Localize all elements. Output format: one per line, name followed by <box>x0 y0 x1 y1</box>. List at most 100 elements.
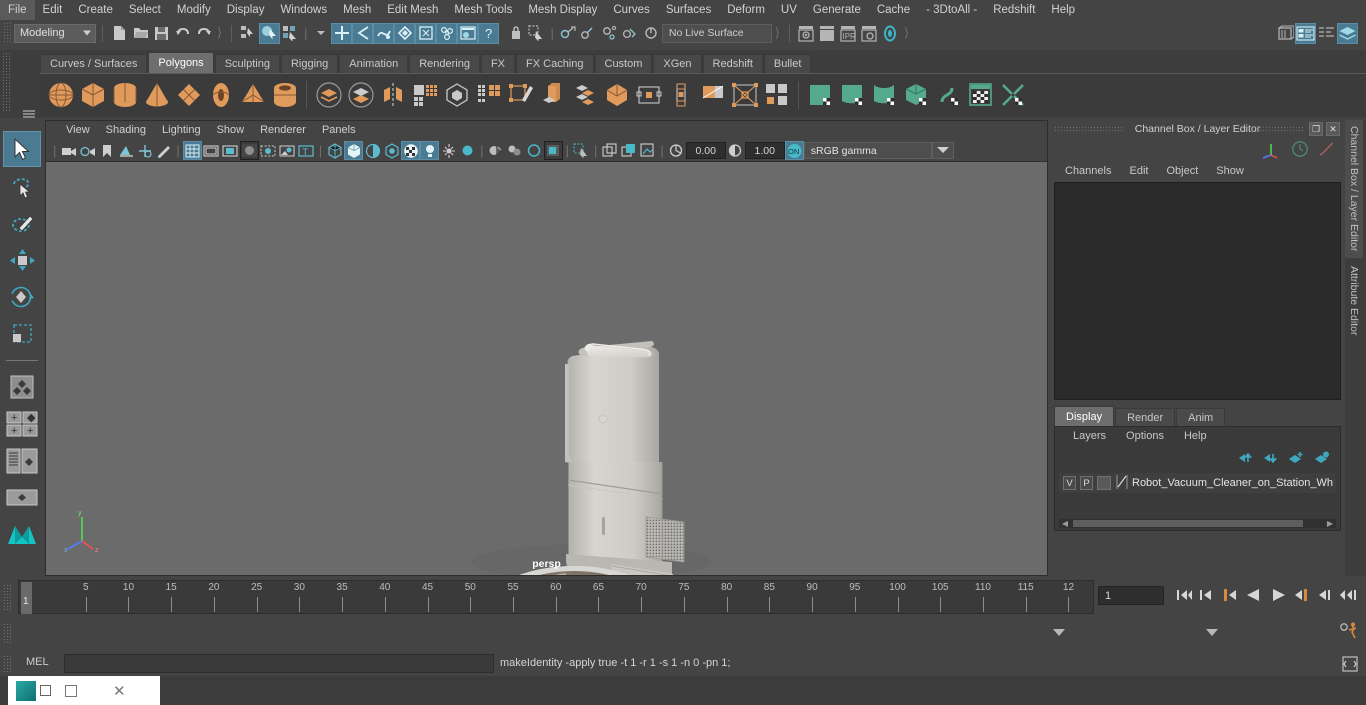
select-camera-icon[interactable] <box>59 141 78 160</box>
uv-automatic-mapping-icon[interactable] <box>901 78 932 112</box>
gate-mask-icon[interactable] <box>239 141 259 160</box>
input-connections-icon[interactable] <box>578 23 599 44</box>
menu-set-selector[interactable]: Modeling <box>14 23 96 43</box>
select-by-hierarchy-icon[interactable] <box>238 23 259 44</box>
append-polygon-icon[interactable] <box>633 78 664 112</box>
shelf-tab-xgen[interactable]: XGen <box>653 54 702 73</box>
command-input-field[interactable] <box>64 654 494 673</box>
snapshot-icon[interactable] <box>600 141 619 160</box>
component-dropdown-icon[interactable] <box>310 23 331 44</box>
maximize-icon[interactable] <box>65 684 77 697</box>
resolution-gate-icon[interactable] <box>221 141 240 160</box>
construction-nodes-icon[interactable] <box>620 23 641 44</box>
polygon-cone-icon[interactable] <box>141 78 172 112</box>
uv-editor-icon[interactable] <box>965 78 996 112</box>
offset-edge-loop-icon[interactable] <box>697 78 728 112</box>
menu-item-mesh-display[interactable]: Mesh Display <box>520 0 605 20</box>
step-back-frame-icon[interactable] <box>1220 585 1240 605</box>
axis-gizmo-icon[interactable] <box>1261 139 1283 164</box>
camera-attributes-icon[interactable] <box>78 141 97 160</box>
layer-visibility-toggle[interactable]: V <box>1063 476 1076 490</box>
menu-item-display[interactable]: Display <box>219 0 273 20</box>
sidebar-toggle-attribute-icon[interactable] <box>1295 22 1316 44</box>
use-default-material-icon[interactable] <box>382 141 401 160</box>
layer-color-swatch[interactable] <box>1097 476 1111 490</box>
last-tool-used-icon[interactable] <box>3 369 41 405</box>
taskbar-window-entry[interactable]: ✕ <box>8 676 160 705</box>
polygon-plane-icon[interactable] <box>173 78 204 112</box>
snap-to-view-planes-icon[interactable] <box>415 22 437 44</box>
command-language-label[interactable]: MEL <box>26 656 49 668</box>
viewport-render-region-icon[interactable] <box>543 141 563 160</box>
grid-toggle-icon[interactable] <box>182 141 202 160</box>
current-frame-field[interactable]: 1 <box>1098 586 1164 605</box>
uv-cut-sew-icon[interactable] <box>997 78 1028 112</box>
ipr-render-icon[interactable]: IPR <box>838 23 859 44</box>
uv-spherical-mapping-icon[interactable] <box>869 78 900 112</box>
script-editor-icon[interactable] <box>1342 656 1358 672</box>
menu-item-windows[interactable]: Windows <box>272 0 335 20</box>
sidebar-toggle-channelbox-icon[interactable] <box>1316 23 1337 44</box>
play-backwards-icon[interactable] <box>1244 585 1264 605</box>
render-preview-icon[interactable] <box>457 22 479 44</box>
options-menu[interactable]: Options <box>1116 430 1174 442</box>
tab-anim[interactable]: Anim <box>1176 408 1226 426</box>
quadrangulate-icon[interactable] <box>473 78 504 112</box>
shelf-tab-bullet[interactable]: Bullet <box>763 54 812 73</box>
object-menu[interactable]: Object <box>1157 165 1207 177</box>
new-layer-from-selected-icon[interactable] <box>1314 451 1330 469</box>
menu-item-3dtoall[interactable]: - 3DtoAll - <box>918 0 985 20</box>
make-live-icon[interactable] <box>436 22 458 44</box>
smooth-shade-all-icon[interactable] <box>344 141 364 160</box>
exposure-field[interactable]: 0.00 <box>685 142 726 159</box>
panel-grip-right[interactable] <box>1241 126 1303 133</box>
color-space-dropdown[interactable] <box>931 142 954 159</box>
gamma-field[interactable]: 1.00 <box>744 142 785 159</box>
menu-item-edit-mesh[interactable]: Edit Mesh <box>379 0 446 20</box>
quick-layout-outliner-persp-icon[interactable] <box>3 443 41 479</box>
ambient-occlusion-icon[interactable] <box>458 141 477 160</box>
render-current-frame-icon[interactable] <box>796 23 817 44</box>
bookmark-icon[interactable] <box>97 141 116 160</box>
film-gate-icon[interactable] <box>202 141 221 160</box>
help-menu[interactable]: Help <box>1174 430 1217 442</box>
polygon-cube-icon[interactable] <box>77 78 108 112</box>
save-scene-icon[interactable] <box>151 23 172 44</box>
layer-horizontal-scrollbar[interactable]: ◀ ▶ <box>1059 519 1336 528</box>
sidebar-toggle-layers-icon[interactable] <box>1337 22 1358 44</box>
animation-preferences-icon[interactable] <box>1338 622 1360 647</box>
bridge-icon[interactable] <box>601 78 632 112</box>
command-line-grip[interactable] <box>3 655 12 673</box>
two-d-pan-zoom-icon[interactable] <box>135 141 154 160</box>
scroll-left-arrow[interactable]: ◀ <box>1059 519 1071 528</box>
use-all-lights-icon[interactable] <box>420 141 440 160</box>
isolate-select-icon[interactable] <box>572 141 591 160</box>
uv-planar-mapping-icon[interactable] <box>805 78 836 112</box>
shelf-grip[interactable] <box>2 52 12 112</box>
go-to-end-icon[interactable] <box>1340 585 1360 605</box>
polygon-torus-icon[interactable] <box>205 78 236 112</box>
viewport-menu-lighting[interactable]: Lighting <box>154 121 209 140</box>
sidebar-toggle-outliner-icon[interactable] <box>1274 23 1295 44</box>
viewport-3d-canvas[interactable]: persp y x z <box>46 162 1047 575</box>
menu-item-curves[interactable]: Curves <box>605 0 657 20</box>
scroll-right-arrow[interactable]: ▶ <box>1324 519 1336 528</box>
edit-menu[interactable]: Edit <box>1120 165 1157 177</box>
selection-mask-icon[interactable] <box>526 23 547 44</box>
scale-tool[interactable] <box>3 316 41 352</box>
menu-item-deform[interactable]: Deform <box>719 0 773 20</box>
polygon-sphere-icon[interactable] <box>45 78 76 112</box>
snap-to-point-icon[interactable] <box>373 22 395 44</box>
show-menu[interactable]: Show <box>1207 165 1253 177</box>
quick-layout-persp-icon[interactable] <box>3 480 41 516</box>
delete-history-icon[interactable] <box>641 23 662 44</box>
viewport-menu-renderer[interactable]: Renderer <box>252 121 314 140</box>
shelf-tab-rendering[interactable]: Rendering <box>409 54 480 73</box>
layers-menu[interactable]: Layers <box>1063 430 1116 442</box>
depth-of-field-icon[interactable] <box>525 141 544 160</box>
uv-unfold-icon[interactable] <box>933 78 964 112</box>
shadows-icon[interactable] <box>439 141 458 160</box>
time-slider-grip[interactable] <box>3 584 12 610</box>
move-layer-up-icon[interactable] <box>1238 451 1253 469</box>
snap-to-projected-center-icon[interactable] <box>394 22 416 44</box>
